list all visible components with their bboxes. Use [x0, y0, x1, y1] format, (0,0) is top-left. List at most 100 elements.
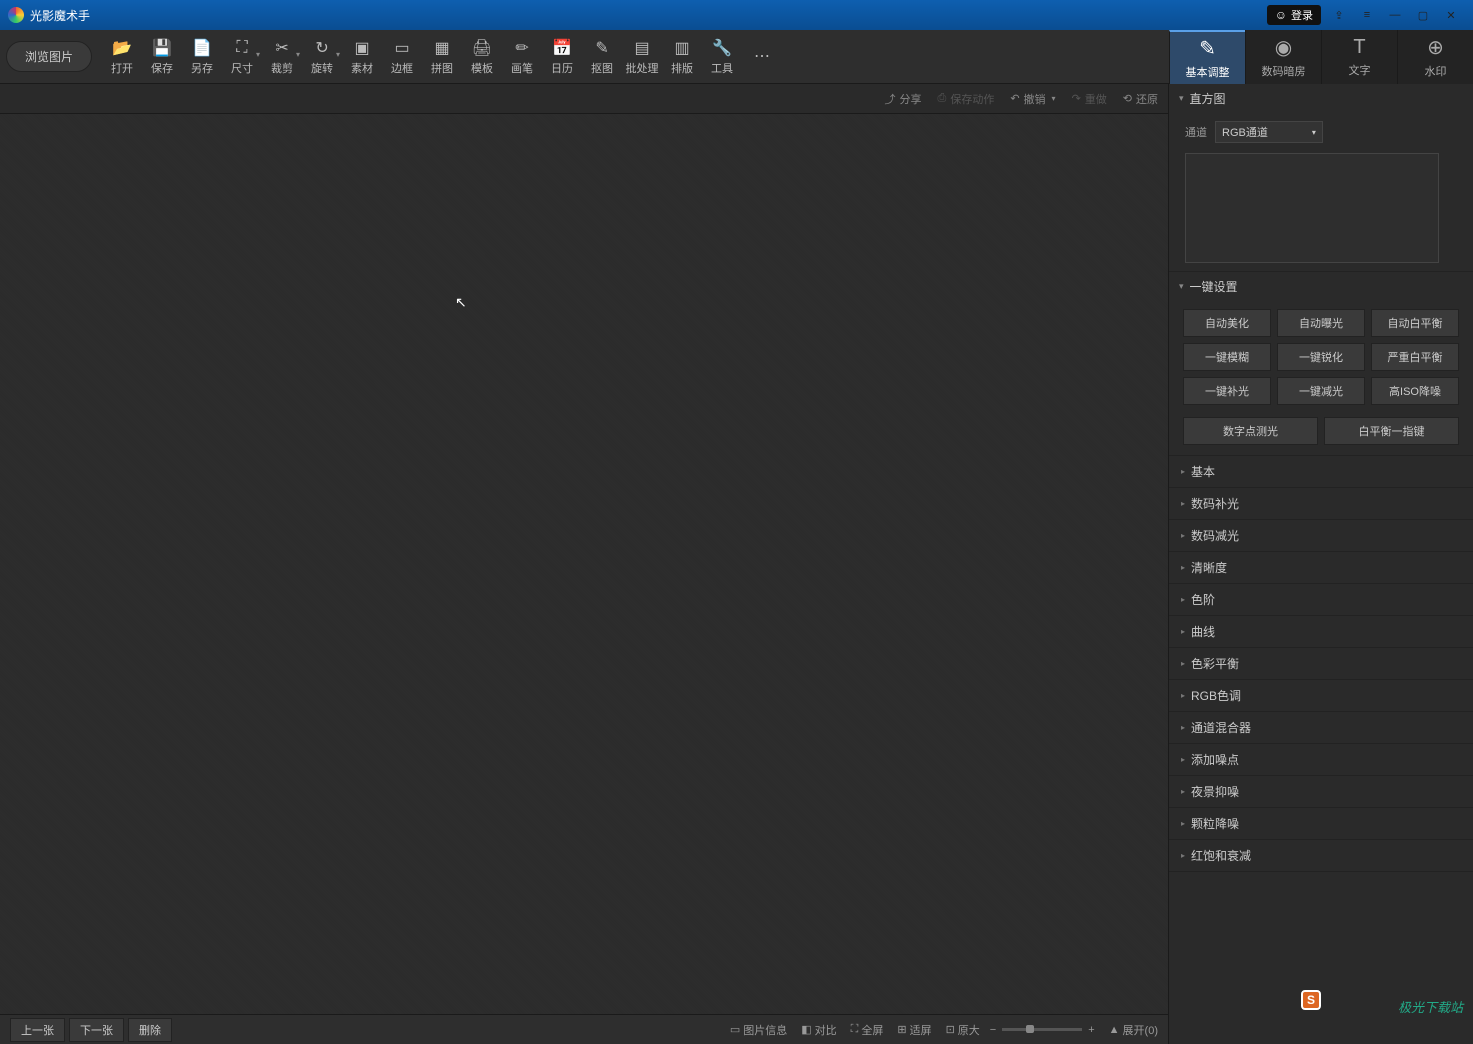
toolbar-item-8[interactable]: ▦拼图	[422, 32, 462, 82]
toolbar-item-14[interactable]: ▥排版	[662, 32, 702, 82]
accordion-item-8[interactable]: ▸通道混合器	[1169, 712, 1473, 744]
tab-icon: T	[1353, 36, 1365, 59]
oneclick-btn-2[interactable]: 自动白平衡	[1371, 309, 1459, 337]
right-panel: ▾ 直方图 通道 RGB通道 ▾ ▾ 一键设置 自动美化自动曝光自动白平衡一键模…	[1168, 84, 1473, 1044]
accordion-item-11[interactable]: ▸颗粒降噪	[1169, 808, 1473, 840]
tool-icon: ✂	[272, 38, 292, 58]
oneclick-btn-0[interactable]: 自动美化	[1183, 309, 1271, 337]
tool-icon: ▥	[672, 38, 692, 58]
save-action-button[interactable]: ⎙保存动作	[938, 91, 995, 107]
oneclick-btn-5[interactable]: 严重白平衡	[1371, 343, 1459, 371]
image-info-button[interactable]: ▭图片信息	[730, 1022, 787, 1038]
oneclick-btn-4[interactable]: 一键锐化	[1277, 343, 1365, 371]
tool-icon: ⋯	[752, 46, 772, 66]
expand-icon: ▲	[1109, 1024, 1120, 1036]
chevron-right-icon: ▸	[1181, 467, 1185, 476]
toolbar-item-2[interactable]: 📄另存	[182, 32, 222, 82]
accordion-item-7[interactable]: ▸RGB色调	[1169, 680, 1473, 712]
redo-button[interactable]: ↷重做	[1072, 91, 1107, 107]
zoom-minus[interactable]: −	[990, 1024, 996, 1036]
canvas-area[interactable]: ↖	[0, 114, 1168, 1014]
close-button[interactable]: ✕	[1437, 5, 1465, 25]
oneclick-btn-3[interactable]: 一键模糊	[1183, 343, 1271, 371]
undo-button[interactable]: ↶撤销▾	[1010, 91, 1055, 107]
right-tab-1[interactable]: ◉数码暗房	[1245, 30, 1321, 84]
accordion-label: 红饱和衰减	[1191, 847, 1251, 864]
restore-button[interactable]: ⟲还原	[1123, 91, 1158, 107]
expand-button[interactable]: ▲展开(0)	[1109, 1022, 1158, 1038]
accordion-item-5[interactable]: ▸曲线	[1169, 616, 1473, 648]
oneclick-row2-btn-1[interactable]: 白平衡一指键	[1324, 417, 1459, 445]
accordion-item-9[interactable]: ▸添加噪点	[1169, 744, 1473, 776]
right-tab-2[interactable]: T文字	[1321, 30, 1397, 84]
restore-icon: ⟲	[1123, 92, 1132, 105]
histogram-section: ▾ 直方图 通道 RGB通道 ▾	[1169, 84, 1473, 272]
toolbar-item-13[interactable]: ▤批处理	[622, 32, 662, 82]
accordion-item-4[interactable]: ▸色阶	[1169, 584, 1473, 616]
oneclick-header[interactable]: ▾ 一键设置	[1169, 272, 1473, 301]
accordion-item-1[interactable]: ▸数码补光	[1169, 488, 1473, 520]
tool-icon: 🔧	[712, 38, 732, 58]
original-size-button[interactable]: ⊡原大	[946, 1022, 980, 1038]
tab-label: 数码暗房	[1262, 63, 1306, 79]
accordion-item-2[interactable]: ▸数码减光	[1169, 520, 1473, 552]
bottom-bar: 上一张 下一张 删除 ▭图片信息 ◧对比 ⛶全屏 ⊞适屏 ⊡原大 − + ▲展开…	[0, 1014, 1168, 1044]
tool-icon: 💾	[152, 38, 172, 58]
toolbar-item-12[interactable]: ✎抠图	[582, 32, 622, 82]
oneclick-btn-6[interactable]: 一键补光	[1183, 377, 1271, 405]
right-tab-0[interactable]: ✎基本调整	[1169, 30, 1245, 84]
toolbar-item-1[interactable]: 💾 保存	[142, 32, 182, 82]
maximize-button[interactable]: ▢	[1409, 5, 1437, 25]
oneclick-row2-btn-0[interactable]: 数字点测光	[1183, 417, 1318, 445]
zoom-plus[interactable]: +	[1088, 1024, 1094, 1036]
right-tabs: ✎基本调整◉数码暗房T文字⊕水印	[1169, 30, 1473, 84]
fitscreen-button[interactable]: ⊞适屏	[897, 1022, 931, 1038]
tab-label: 基本调整	[1186, 64, 1230, 80]
tool-label: 保存	[151, 60, 173, 76]
chevron-right-icon: ▸	[1181, 563, 1185, 572]
delete-image-button[interactable]: 删除	[128, 1018, 172, 1042]
tool-label: 打开	[111, 60, 133, 76]
toolbar-item-9[interactable]: 🖨模板	[462, 32, 502, 82]
right-tab-3[interactable]: ⊕水印	[1397, 30, 1473, 84]
accordion-label: 数码补光	[1191, 495, 1239, 512]
tool-icon: ▣	[352, 38, 372, 58]
accordion-item-0[interactable]: ▸基本	[1169, 456, 1473, 488]
toolbar-item-15[interactable]: 🔧工具	[702, 32, 742, 82]
toolbar-item-5[interactable]: ↻旋转▾	[302, 32, 342, 82]
prev-image-button[interactable]: 上一张	[10, 1018, 65, 1042]
chevron-right-icon: ▸	[1181, 659, 1185, 668]
accordion-item-12[interactable]: ▸红饱和衰减	[1169, 840, 1473, 872]
toolbar-item-11[interactable]: 📅日历	[542, 32, 582, 82]
toolbar-item-6[interactable]: ▣素材	[342, 32, 382, 82]
toolbar-item-7[interactable]: ▭边框	[382, 32, 422, 82]
pin-button[interactable]: ⇪	[1325, 5, 1353, 25]
oneclick-btn-8[interactable]: 高ISO降噪	[1371, 377, 1459, 405]
minimize-button[interactable]: —	[1381, 5, 1409, 25]
fullscreen-button[interactable]: ⛶全屏	[851, 1022, 884, 1038]
share-button[interactable]: ⤴分享	[885, 91, 922, 107]
toolbar-item-10[interactable]: ✏画笔	[502, 32, 542, 82]
oneclick-btn-7[interactable]: 一键减光	[1277, 377, 1365, 405]
accordion-item-6[interactable]: ▸色彩平衡	[1169, 648, 1473, 680]
toolbar-item-16[interactable]: ⋯	[742, 32, 782, 82]
chevron-down-icon: ▾	[296, 50, 300, 59]
toolbar-item-3[interactable]: ⛶尺寸▾	[222, 32, 262, 82]
zoom-slider[interactable]	[1002, 1028, 1082, 1031]
next-image-button[interactable]: 下一张	[69, 1018, 124, 1042]
histogram-header[interactable]: ▾ 直方图	[1169, 84, 1473, 113]
login-button[interactable]: ☺ 登录	[1267, 5, 1321, 25]
oneclick-btn-1[interactable]: 自动曝光	[1277, 309, 1365, 337]
settings-button[interactable]: ≡	[1353, 5, 1381, 25]
compare-button[interactable]: ◧对比	[801, 1022, 836, 1038]
toolbar-item-4[interactable]: ✂裁剪▾	[262, 32, 302, 82]
channel-select[interactable]: RGB通道 ▾	[1215, 121, 1323, 143]
browse-images-button[interactable]: 浏览图片	[6, 41, 92, 72]
accordion-item-3[interactable]: ▸清晰度	[1169, 552, 1473, 584]
orig-icon: ⊡	[946, 1023, 955, 1036]
tool-icon: ✎	[592, 38, 612, 58]
toolbar-item-0[interactable]: 📂打开	[102, 32, 142, 82]
tool-label: 尺寸	[231, 60, 253, 76]
tool-label: 边框	[391, 60, 413, 76]
accordion-item-10[interactable]: ▸夜景抑噪	[1169, 776, 1473, 808]
